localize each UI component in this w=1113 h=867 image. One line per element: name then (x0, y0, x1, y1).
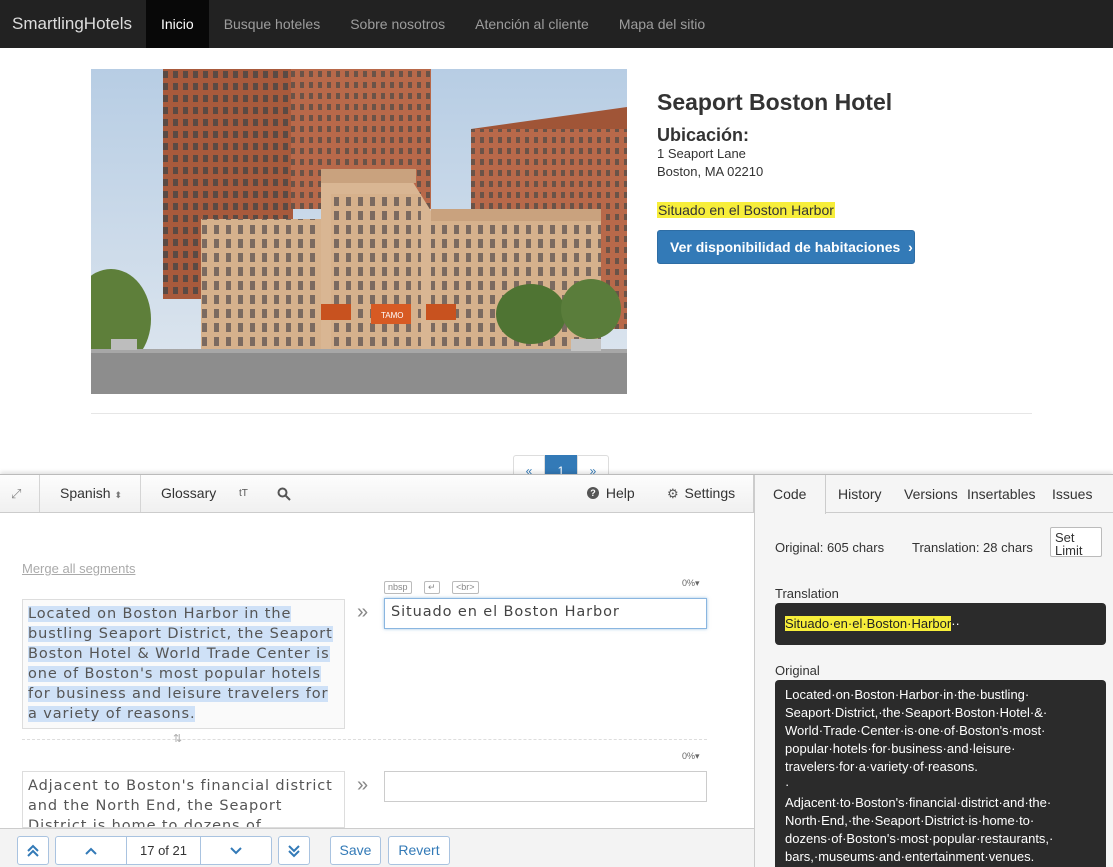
translation-code-trailer: ·· (951, 616, 960, 631)
settings-button[interactable]: ⚙ Settings (667, 475, 735, 512)
translation-editor: ⤢ Spanish ⬍ Glossary tT ? Help ⚙ Setting… (0, 474, 1113, 867)
original-code-paragraph-1: Located·on·Boston·Harbor·in·the·bustling… (785, 687, 1048, 774)
toolbar-separator (39, 475, 40, 512)
hotel-title: Seaport Boston Hotel (657, 89, 893, 115)
nav-sobre-nosotros[interactable]: Sobre nosotros (335, 0, 460, 48)
tab-insertables[interactable]: Insertables (967, 475, 1035, 513)
double-chevron-up-icon (27, 844, 39, 858)
nav-mapa-sitio[interactable]: Mapa del sitio (604, 0, 720, 48)
sidebar-tabs: Code History Versions Insertables Issues (755, 475, 1113, 514)
language-select[interactable]: Spanish ⬍ (60, 475, 122, 512)
chevron-up-icon (85, 847, 97, 856)
merge-all-segments-link[interactable]: Merge all segments (22, 561, 135, 576)
brand-logo[interactable]: SmartlingHotels (0, 0, 146, 48)
translation-input[interactable]: Situado en el Boston Harbor (384, 598, 707, 629)
expand-icon[interactable]: ⤢ (11, 475, 21, 512)
source-text: Located on Boston Harbor in the bustling… (28, 606, 333, 722)
toolbar-separator (140, 475, 141, 512)
address-line-1: 1 Seaport Lane (657, 146, 746, 161)
hotel-photo: TAMO (91, 69, 627, 394)
copy-source-icon[interactable]: » (357, 774, 368, 797)
original-code-separator: · (785, 777, 790, 792)
availability-button-label: Ver disponibilidad de habitaciones (670, 239, 901, 255)
set-limit-button[interactable]: Set Limit (1050, 527, 1102, 557)
help-icon: ? (587, 487, 599, 500)
segment-navigation-bar: 17 of 21 Save Revert (0, 828, 754, 867)
original-section-label: Original (775, 663, 820, 678)
double-chevron-down-icon (288, 845, 300, 858)
next-segment-button[interactable] (200, 836, 272, 865)
last-segment-button[interactable] (278, 836, 310, 865)
editor-toolbar: ⤢ Spanish ⬍ Glossary tT ? Help ⚙ Setting… (0, 475, 754, 513)
nav-atencion-cliente[interactable]: Atención al cliente (460, 0, 604, 48)
page: SmartlingHotels Inicio Busque hoteles So… (0, 0, 1113, 867)
tab-versions[interactable]: Versions (904, 475, 958, 513)
source-segment[interactable]: Adjacent to Boston's financial district … (22, 771, 345, 828)
help-label: Help (605, 485, 635, 501)
search-icon[interactable] (277, 475, 291, 512)
divider (91, 413, 1032, 414)
revert-button[interactable]: Revert (388, 836, 450, 865)
translation-code-view: Situado·en·el·Boston·Harbor·· (775, 603, 1106, 645)
editor-sidebar: Code History Versions Insertables Issues… (754, 475, 1113, 867)
address-line-2: Boston, MA 02210 (657, 164, 764, 179)
updown-caret-icon: ⬍ (114, 490, 123, 500)
chevron-down-icon (230, 847, 242, 855)
tab-history[interactable]: History (838, 475, 882, 513)
tab-code[interactable]: Code (755, 475, 826, 514)
gear-icon: ⚙ (667, 486, 679, 501)
nav-busque-hoteles[interactable]: Busque hoteles (209, 0, 336, 48)
caret-down-icon: ▾ (695, 751, 700, 761)
translation-input[interactable] (384, 771, 707, 802)
help-button[interactable]: ? Help (587, 475, 635, 512)
glossary-button[interactable]: Glossary (161, 475, 216, 512)
top-navbar: SmartlingHotels Inicio Busque hoteles So… (0, 0, 1113, 48)
hotel-sign: TAMO (381, 311, 404, 320)
nbsp-tag[interactable]: nbsp (384, 581, 412, 594)
original-char-count: Original: 605 chars (775, 540, 885, 555)
first-segment-button[interactable] (17, 836, 49, 865)
availability-button[interactable]: Ver disponibilidad de habitaciones › (657, 230, 915, 264)
translation-code-text: Situado·en·el·Boston·Harbor (785, 616, 952, 631)
tab-issues[interactable]: Issues (1052, 475, 1092, 513)
caret-down-icon: ▾ (695, 578, 700, 588)
original-code-paragraph-2: Adjacent·to·Boston's·financial·district·… (785, 795, 1054, 864)
source-segment[interactable]: Located on Boston Harbor in the bustling… (22, 599, 345, 729)
br-tag[interactable]: <br> (452, 581, 479, 594)
save-button[interactable]: Save (330, 836, 381, 865)
segment-percent-value: 0% (682, 578, 696, 588)
chevron-right-icon: › (908, 239, 913, 255)
enter-tag[interactable]: ↵ (424, 581, 440, 594)
previous-segment-button[interactable] (55, 836, 127, 865)
copy-source-icon[interactable]: » (357, 601, 368, 624)
segment-percent[interactable]: 0%▾ (682, 751, 700, 762)
segment-divider (22, 739, 707, 740)
source-text: Adjacent to Boston's financial district … (28, 778, 333, 828)
segment-position: 17 of 21 (126, 836, 201, 865)
original-code-view: Located·on·Boston·Harbor·in·the·bustling… (775, 680, 1106, 867)
location-label: Ubicación: (657, 125, 750, 145)
segment-percent-value: 0% (682, 751, 696, 761)
settings-label: Settings (684, 485, 736, 501)
hotel-description: Situado en el Boston Harbor (657, 202, 835, 218)
translation-section-label: Translation (775, 586, 839, 601)
nav-inicio[interactable]: Inicio (146, 0, 209, 48)
text-size-icon[interactable]: tT (239, 475, 248, 512)
merge-segments-icon[interactable]: ⇅ (173, 732, 182, 745)
language-select-label: Spanish (60, 485, 111, 501)
segment-percent[interactable]: 0%▾ (682, 578, 700, 589)
translation-char-count: Translation: 28 chars (912, 540, 1033, 555)
